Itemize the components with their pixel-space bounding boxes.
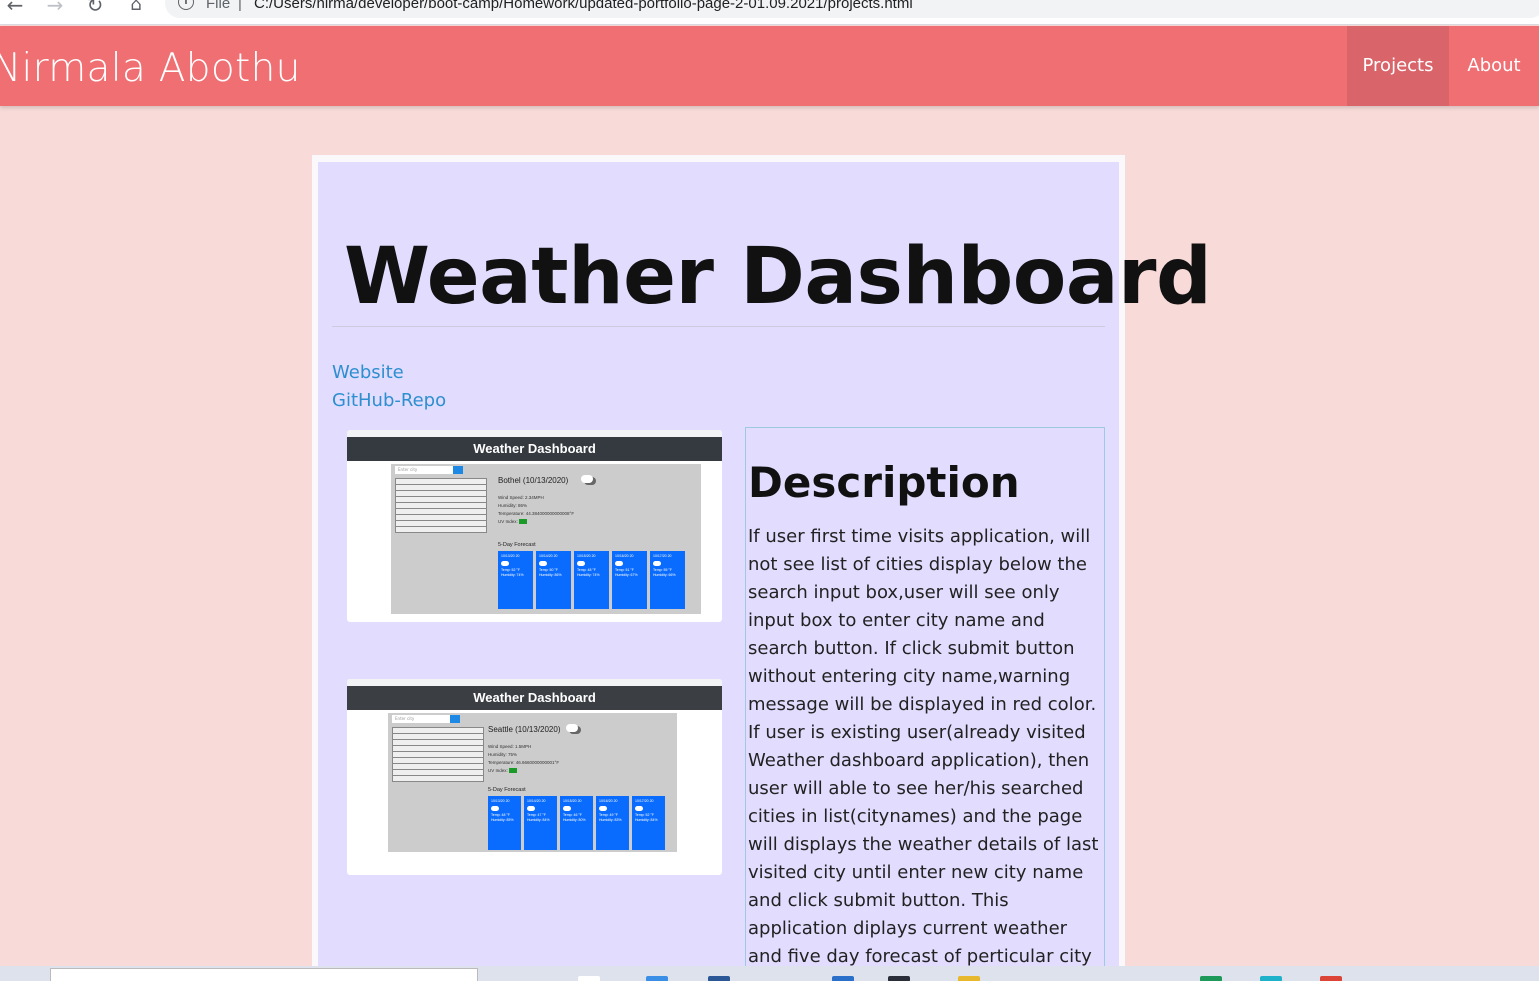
screenshot-weather-details: Wind Speed: 1.5MPH Humidity: 75% Tempera… bbox=[488, 744, 560, 774]
screenshot-body: Enter city Seattle (10/13/2020) Wind Spe… bbox=[388, 713, 677, 852]
screenshot-search-button bbox=[450, 715, 460, 723]
screenshot-bothel: Weather Dashboard Enter city Bothel (10/… bbox=[347, 430, 722, 622]
screenshot-header: Weather Dashboard bbox=[347, 437, 722, 461]
word-icon[interactable] bbox=[832, 976, 854, 981]
terminal-icon[interactable] bbox=[888, 976, 910, 981]
edge-icon[interactable] bbox=[646, 976, 668, 981]
nav-link-projects[interactable]: Projects bbox=[1347, 26, 1449, 106]
taskbar-search-box[interactable] bbox=[50, 968, 478, 981]
forward-icon[interactable]: → bbox=[44, 0, 66, 16]
store-icon[interactable] bbox=[708, 976, 730, 981]
screenshot-browser-bar bbox=[347, 679, 722, 686]
home-icon[interactable]: ⌂ bbox=[125, 0, 147, 16]
file-label: File bbox=[206, 0, 231, 12]
screenshot-search-input: Enter city bbox=[392, 715, 450, 723]
browser-toolbar: ← → ↻ ⌂ i File | C:/Users/nirma/develope… bbox=[0, 0, 1539, 25]
os-taskbar bbox=[0, 966, 1539, 981]
github-repo-link[interactable]: GitHub-Repo bbox=[332, 390, 446, 411]
cloud-icon bbox=[581, 475, 593, 483]
task-view-icon[interactable] bbox=[578, 976, 600, 981]
url-text[interactable]: C:/Users/nirma/developer/boot-camp/Homew… bbox=[254, 0, 913, 12]
screenshot-forecast: 10/13/20 20 Temp: 48 °F Humidity: 85% 10/1… bbox=[488, 796, 665, 850]
site-navbar: Nirmala Abothu Projects About bbox=[0, 26, 1539, 106]
description-text: If user first time visits application, w… bbox=[748, 526, 1099, 981]
screenshot-weather-details: Wind Speed: 2.34MPH Humidity: 86% Temper… bbox=[498, 495, 575, 525]
files-icon[interactable] bbox=[958, 976, 980, 981]
screenshot-forecast: 10/13/20 20 Temp: 52 °F Humidity: 74% 10/1… bbox=[498, 551, 685, 609]
description-heading: Description bbox=[748, 458, 1020, 507]
excel-icon[interactable] bbox=[1200, 976, 1222, 981]
screenshot-search-button bbox=[453, 466, 463, 474]
cloud-icon bbox=[566, 724, 578, 732]
website-link[interactable]: Website bbox=[332, 362, 404, 383]
nav-link-about[interactable]: About bbox=[1449, 26, 1539, 106]
screenshot-city-list bbox=[395, 478, 487, 533]
screenshot-browser-bar bbox=[347, 430, 722, 437]
screenshot-body: Enter city Bothel (10/13/2020) Wind Spee… bbox=[391, 464, 701, 614]
screenshot-city-name: Bothel (10/13/2020) bbox=[498, 476, 569, 485]
screenshot-header: Weather Dashboard bbox=[347, 686, 722, 710]
url-separator: | bbox=[238, 0, 242, 12]
screenshot-forecast-title: 5-Day Forecast bbox=[498, 542, 536, 548]
site-brand[interactable]: Nirmala Abothu bbox=[0, 46, 301, 91]
reload-icon[interactable]: ↻ bbox=[84, 0, 106, 16]
teams-icon[interactable] bbox=[1260, 976, 1282, 981]
screenshot-seattle: Weather Dashboard Enter city Seattle (10… bbox=[347, 679, 722, 875]
screenshot-city-list bbox=[392, 727, 484, 782]
title-divider bbox=[332, 326, 1105, 327]
back-icon[interactable]: ← bbox=[4, 0, 26, 16]
screenshot-search-input: Enter city bbox=[395, 466, 453, 474]
chrome-icon[interactable] bbox=[1320, 976, 1342, 981]
screenshot-city-name: Seattle (10/13/2020) bbox=[488, 725, 561, 734]
project-title: Weather Dashboard bbox=[344, 232, 1212, 322]
screenshot-forecast-title: 5-Day Forecast bbox=[488, 787, 526, 793]
